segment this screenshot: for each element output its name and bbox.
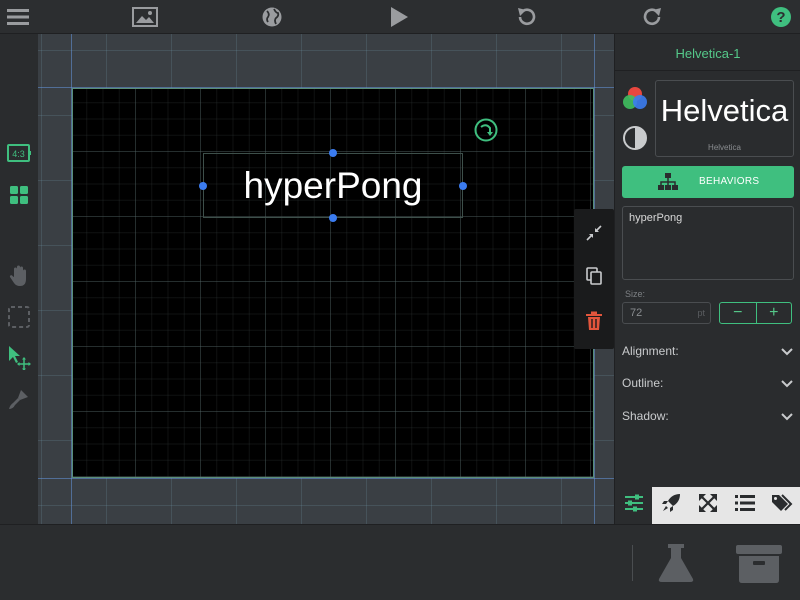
- svg-text:4:3: 4:3: [12, 149, 25, 159]
- size-stepper: − +: [719, 302, 792, 324]
- duplicate-icon[interactable]: [584, 266, 604, 286]
- image-icon[interactable]: [132, 4, 158, 30]
- globe-icon[interactable]: [259, 4, 285, 30]
- flask-icon[interactable]: [654, 541, 698, 585]
- aspect-ratio-icon[interactable]: 4:3: [6, 140, 32, 166]
- shadow-label: Shadow:: [622, 409, 669, 423]
- divider: [615, 70, 800, 71]
- size-input[interactable]: 72 pt: [622, 302, 711, 324]
- resize-handle-top[interactable]: [329, 149, 337, 157]
- tab-physics[interactable]: [652, 487, 689, 524]
- scene-stage[interactable]: [72, 88, 594, 478]
- decrement-button[interactable]: −: [720, 303, 756, 323]
- tab-properties[interactable]: [615, 487, 652, 524]
- guide-line-bottom: [38, 478, 614, 479]
- tab-list[interactable]: [726, 487, 763, 524]
- pointer-icon[interactable]: [6, 344, 32, 370]
- archive-icon[interactable]: [734, 541, 784, 585]
- inspector-title: Helvetica-1: [675, 46, 741, 61]
- font-preview[interactable]: Helvetica Helvetica: [655, 80, 794, 157]
- text-object[interactable]: hyperPong: [203, 153, 463, 218]
- selection-icon[interactable]: [6, 304, 32, 330]
- opacity-icon[interactable]: [622, 125, 648, 151]
- shadow-row[interactable]: Shadow:: [622, 409, 794, 427]
- left-toolbar: 4:3: [0, 34, 38, 524]
- color-picker-icon[interactable]: [621, 85, 649, 113]
- bottom-bar: [0, 524, 800, 600]
- grid-icon[interactable]: [6, 182, 32, 208]
- inspector-panel: Helvetica-1 Helvetica Helvetica BEHAVIOR…: [614, 34, 800, 524]
- rocket-icon: [661, 493, 681, 518]
- list-icon: [734, 494, 755, 517]
- resize-handle-bottom[interactable]: [329, 214, 337, 222]
- font-preview-caption: Helvetica: [708, 143, 741, 152]
- font-preview-name: Helvetica: [660, 93, 789, 128]
- outline-row[interactable]: Outline:: [622, 376, 794, 394]
- menu-icon[interactable]: [5, 4, 31, 30]
- alignment-row[interactable]: Alignment:: [622, 344, 794, 362]
- undo-icon[interactable]: [513, 4, 539, 30]
- text-object-label: hyperPong: [243, 164, 423, 206]
- brush-icon[interactable]: [6, 386, 32, 412]
- canvas-area[interactable]: hyperPong: [38, 34, 614, 524]
- top-toolbar: ?: [0, 0, 800, 34]
- redo-icon[interactable]: [640, 4, 666, 30]
- hand-icon[interactable]: [6, 263, 32, 289]
- delete-icon[interactable]: [584, 311, 604, 331]
- tab-transform[interactable]: [689, 487, 726, 524]
- tags-icon: [771, 493, 793, 518]
- outline-label: Outline:: [622, 376, 664, 390]
- shrink-icon[interactable]: [584, 223, 604, 243]
- behaviors-button[interactable]: BEHAVIORS: [622, 166, 794, 198]
- text-content-field[interactable]: hyperPong: [622, 206, 794, 280]
- divider: [632, 545, 633, 581]
- tab-tags[interactable]: [763, 487, 800, 524]
- sliders-icon: [624, 494, 644, 517]
- expand-icon: [698, 493, 718, 518]
- behaviors-label: BEHAVIORS: [699, 176, 760, 187]
- alignment-label: Alignment:: [622, 344, 679, 358]
- rotate-icon[interactable]: [474, 118, 498, 142]
- chevron-down-icon: [780, 410, 794, 424]
- svg-text:?: ?: [776, 9, 785, 26]
- resize-handle-right[interactable]: [459, 182, 467, 190]
- resize-handle-left[interactable]: [199, 182, 207, 190]
- object-actions-bar: [574, 209, 614, 349]
- increment-button[interactable]: +: [755, 303, 792, 323]
- chevron-down-icon: [780, 377, 794, 391]
- size-value: 72: [630, 307, 643, 319]
- text-content-value: hyperPong: [629, 212, 683, 224]
- hierarchy-icon: [657, 172, 679, 192]
- help-icon[interactable]: ?: [768, 4, 794, 30]
- chevron-down-icon: [780, 345, 794, 359]
- inspector-tabbar: [615, 487, 800, 524]
- size-unit: pt: [697, 308, 705, 318]
- size-label: Size:: [625, 289, 646, 299]
- play-icon[interactable]: [386, 4, 412, 30]
